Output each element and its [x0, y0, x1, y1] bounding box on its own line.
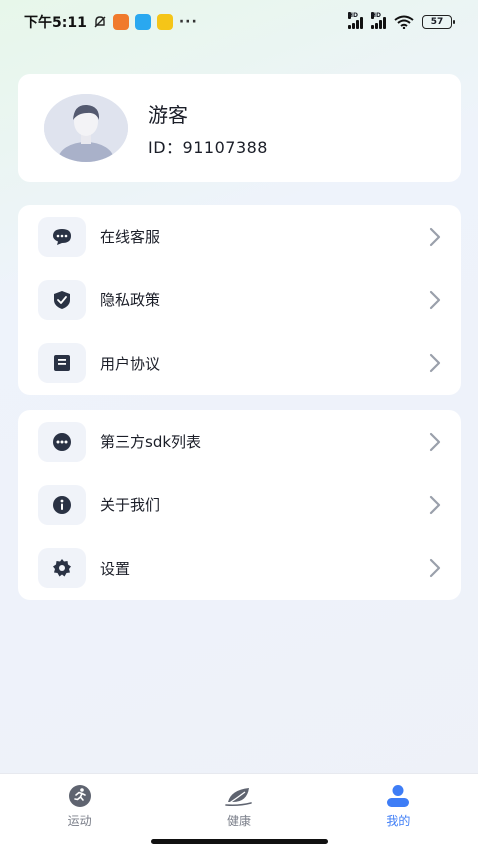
menu-item-privacy-policy[interactable]: 隐私政策 — [18, 268, 461, 331]
status-left: 下午5:11 ··· — [24, 12, 198, 32]
signal-icon: HD — [348, 12, 363, 29]
wifi-icon — [394, 15, 414, 29]
avatar[interactable] — [44, 94, 128, 162]
menu-icon-box — [38, 343, 86, 384]
running-icon — [66, 784, 94, 808]
more-dots-icon — [53, 432, 71, 451]
menu-group-2: 第三方sdk列表 关于我们 设置 — [18, 410, 461, 600]
menu-item-online-service[interactable]: 在线客服 — [18, 205, 461, 268]
menu-label: 第三方sdk列表 — [100, 433, 202, 452]
tab-label: 健康 — [226, 814, 251, 828]
tab-sport[interactable]: 运动 — [0, 774, 159, 850]
menu-item-third-party-sdk[interactable]: 第三方sdk列表 — [18, 410, 461, 473]
chevron-right-icon — [427, 557, 443, 579]
tab-mine[interactable]: 我的 — [319, 774, 478, 850]
chevron-right-icon — [427, 352, 443, 374]
menu-label: 设置 — [100, 559, 131, 578]
profile-card[interactable]: 游客 ID：91107388 — [18, 74, 461, 182]
shield-check-icon — [54, 290, 70, 309]
home-indicator[interactable] — [151, 839, 328, 844]
chevron-right-icon — [427, 431, 443, 453]
menu-item-about-us[interactable]: 关于我们 — [18, 473, 461, 536]
info-icon — [53, 495, 71, 514]
bell-muted-icon — [94, 16, 106, 28]
menu-item-user-agreement[interactable]: 用户协议 — [18, 332, 461, 395]
tab-label: 运动 — [67, 814, 92, 828]
chevron-right-icon — [427, 226, 443, 248]
more-notifications-icon: ··· — [178, 14, 198, 30]
menu-icon-box — [38, 216, 86, 257]
profile-info: 游客 ID：91107388 — [148, 99, 268, 158]
person-icon — [384, 784, 412, 808]
menu-label: 关于我们 — [100, 496, 161, 515]
status-right: HD HD 57 — [348, 12, 455, 29]
menu-label: 隐私政策 — [100, 291, 161, 310]
app-notification-icon — [156, 14, 173, 30]
status-bar: 下午5:11 ··· HD HD 57 — [0, 0, 478, 44]
app-notification-icon — [112, 14, 129, 30]
menu-label: 用户协议 — [100, 354, 161, 373]
menu-label: 在线客服 — [100, 228, 161, 247]
menu-group-1: 在线客服 隐私政策 用户协议 — [18, 205, 461, 395]
battery-icon: 57 — [422, 15, 455, 29]
status-time: 下午5:11 — [24, 15, 87, 31]
leaf-icon — [225, 784, 253, 808]
profile-name: 游客 — [148, 102, 188, 127]
avatar-person-icon — [44, 94, 128, 162]
menu-icon-box — [38, 421, 86, 462]
chevron-right-icon — [427, 289, 443, 311]
menu-icon-box — [38, 279, 86, 320]
chat-bubble-icon — [53, 228, 71, 245]
tab-label: 我的 — [386, 814, 411, 828]
profile-id: ID：91107388 — [148, 137, 268, 157]
menu-icon-box — [38, 484, 86, 525]
signal-icon: HD — [371, 12, 386, 29]
document-icon — [54, 355, 70, 372]
menu-icon-box — [38, 548, 86, 589]
chevron-right-icon — [427, 494, 443, 516]
gear-icon — [53, 559, 71, 577]
menu-item-settings[interactable]: 设置 — [18, 537, 461, 600]
app-notification-icon — [134, 14, 151, 30]
